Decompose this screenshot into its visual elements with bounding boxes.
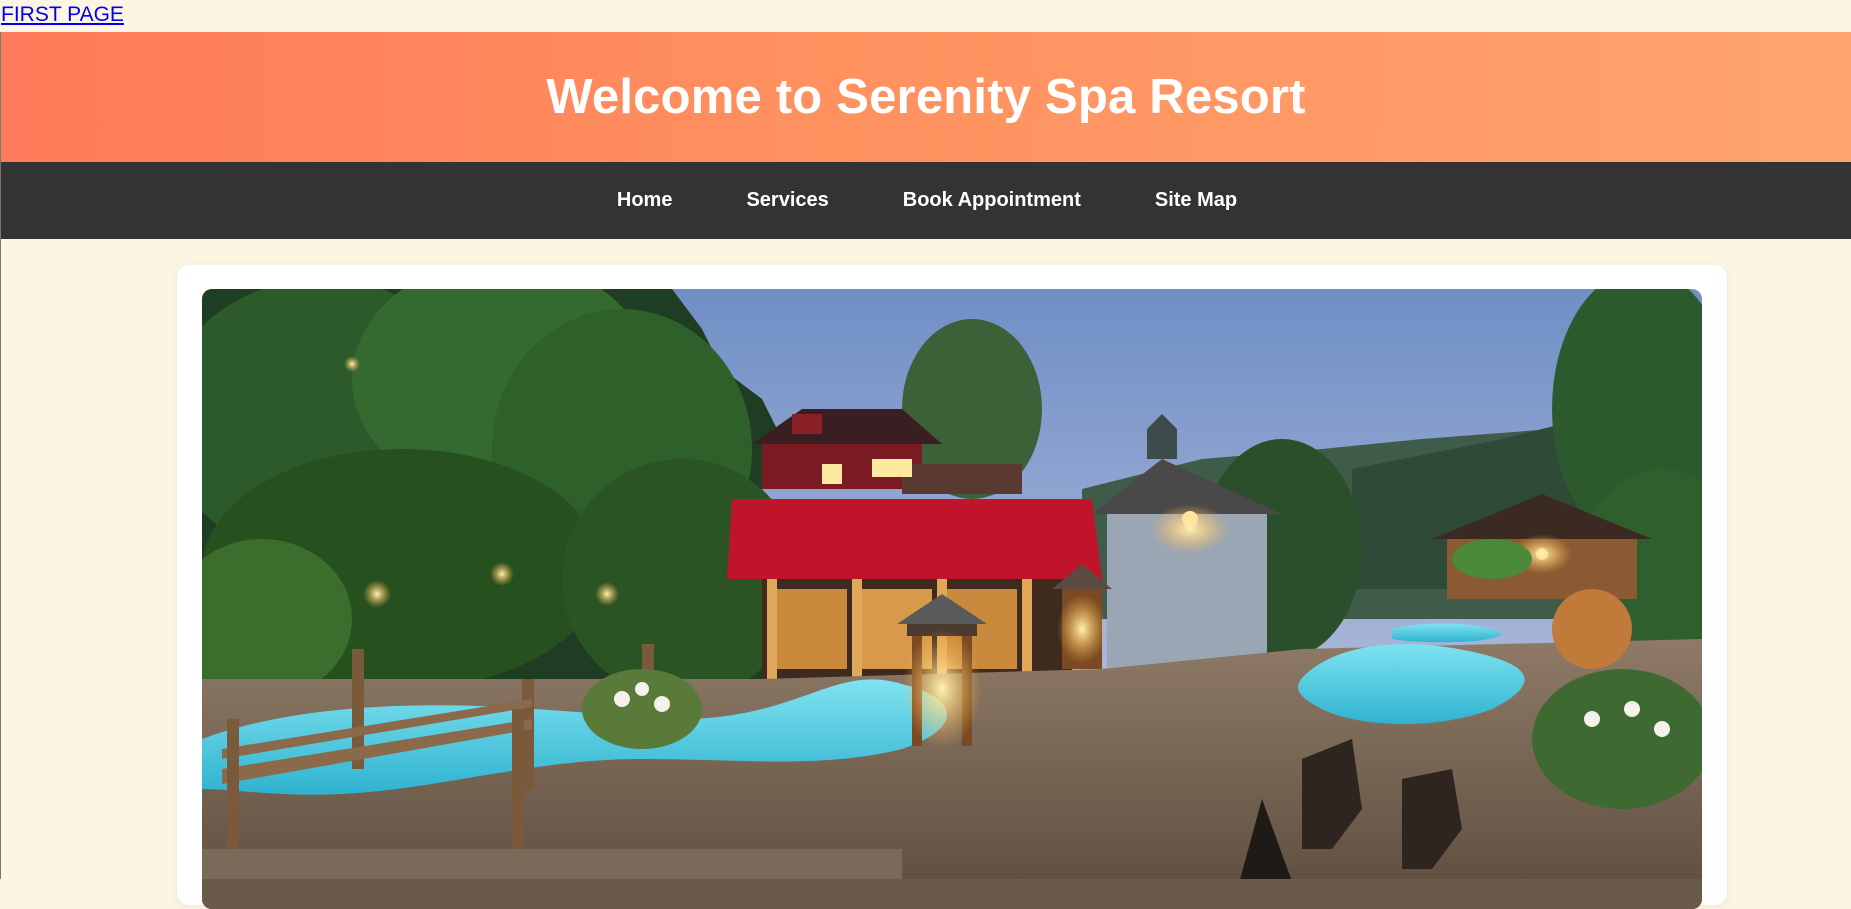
first-page-link[interactable]: FIRST PAGE bbox=[0, 0, 1851, 32]
site-header: Welcome to Serenity Spa Resort bbox=[1, 32, 1851, 162]
nav-site-map[interactable]: Site Map bbox=[1155, 189, 1237, 212]
nav-book-appointment[interactable]: Book Appointment bbox=[903, 189, 1081, 212]
nav-services[interactable]: Services bbox=[746, 189, 828, 212]
content-card bbox=[177, 265, 1727, 909]
hero-image bbox=[202, 289, 1702, 909]
nav-home[interactable]: Home bbox=[617, 189, 673, 212]
spa-resort-photo-icon bbox=[202, 289, 1702, 909]
main-navigation: Home Services Book Appointment Site Map bbox=[1, 162, 1851, 239]
page-title: Welcome to Serenity Spa Resort bbox=[546, 70, 1306, 124]
